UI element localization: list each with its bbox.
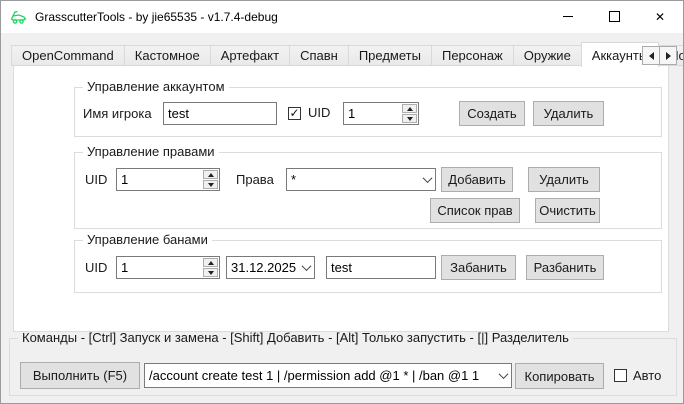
tab-custom[interactable]: Кастомное xyxy=(124,45,211,66)
ban-date-value: 31.12.2025 xyxy=(227,260,298,275)
ban-button[interactable]: Забанить xyxy=(441,255,516,280)
perm-remove-button[interactable]: Удалить xyxy=(528,167,600,192)
tab-scroll-left-button[interactable] xyxy=(642,46,660,65)
close-icon: ✕ xyxy=(655,11,665,23)
ban-uid-value: 1 xyxy=(117,257,202,278)
player-name-label: Имя игрока xyxy=(83,106,152,121)
check-icon: ✓ xyxy=(289,107,299,119)
tab-items[interactable]: Предметы xyxy=(348,45,432,66)
perm-clear-button[interactable]: Очистить xyxy=(535,198,600,223)
unban-button[interactable]: Разбанить xyxy=(526,255,604,280)
account-uid-spinner[interactable]: 1 xyxy=(343,102,419,125)
tab-character[interactable]: Персонаж xyxy=(431,45,514,66)
spinner-down-button[interactable] xyxy=(203,180,218,189)
group-commands-title: Команды - [Ctrl] Запуск и замена - [Shif… xyxy=(18,330,573,345)
titlebar: GrasscutterTools - by jie65535 - v1.7.4-… xyxy=(1,1,683,33)
perm-add-button[interactable]: Добавить xyxy=(441,167,513,192)
create-account-button[interactable]: Создать xyxy=(459,101,525,126)
player-name-input[interactable] xyxy=(163,102,277,125)
chevron-down-icon xyxy=(419,169,435,190)
group-bans: Управление банами UID 1 31.12.2025 Забан… xyxy=(74,240,662,293)
ban-date-combobox[interactable]: 31.12.2025 xyxy=(226,256,315,279)
close-button[interactable]: ✕ xyxy=(637,1,683,32)
perm-uid-value: 1 xyxy=(117,169,202,190)
scroll-left-icon xyxy=(649,52,654,60)
chevron-down-icon xyxy=(495,364,511,387)
tab-scroll-right-button[interactable] xyxy=(659,46,677,65)
tab-weapon[interactable]: Оружие xyxy=(513,45,582,66)
spinner-up-icon xyxy=(208,173,214,177)
command-input[interactable] xyxy=(145,367,495,384)
perm-list-button[interactable]: Список прав xyxy=(430,198,520,223)
auto-checkbox-label[interactable]: Авто xyxy=(633,368,661,383)
ban-uid-spinner[interactable]: 1 xyxy=(116,256,220,279)
scroll-right-icon xyxy=(666,52,671,60)
spinner-down-icon xyxy=(208,271,214,275)
perm-uid-spinner[interactable]: 1 xyxy=(116,168,220,191)
auto-checkbox[interactable] xyxy=(614,369,627,382)
perm-combobox[interactable]: * xyxy=(286,168,436,191)
tab-spawn[interactable]: Спавн xyxy=(289,45,349,66)
spinner-down-button[interactable] xyxy=(203,268,218,277)
run-button[interactable]: Выполнить (F5) xyxy=(20,362,140,389)
spinner-down-icon xyxy=(407,117,413,121)
ban-uid-label: UID xyxy=(85,260,107,275)
spinner-up-icon xyxy=(208,261,214,265)
perm-value: * xyxy=(287,172,419,187)
uid-checkbox[interactable]: ✓ xyxy=(288,107,301,120)
tab-scroll-buttons xyxy=(642,46,676,65)
spinner-down-button[interactable] xyxy=(402,114,417,123)
minimize-button[interactable] xyxy=(545,1,591,32)
spinner-up-icon xyxy=(407,107,413,111)
group-account-title: Управление аккаунтом xyxy=(83,79,229,94)
copy-button[interactable]: Копировать xyxy=(515,363,604,389)
delete-account-button[interactable]: Удалить xyxy=(533,101,604,126)
window-title: GrasscutterTools - by jie65535 - v1.7.4-… xyxy=(35,10,278,24)
tab-bar: OpenCommand Кастомное Артефакт Спавн Пре… xyxy=(11,41,684,66)
group-bans-title: Управление банами xyxy=(83,232,212,247)
spinner-up-button[interactable] xyxy=(203,258,218,267)
group-permissions-title: Управление правами xyxy=(83,144,219,159)
group-commands: Команды - [Ctrl] Запуск и замена - [Shif… xyxy=(9,338,677,396)
group-permissions: Управление правами UID 1 Права * Добавит… xyxy=(74,152,662,229)
tab-opencommand[interactable]: OpenCommand xyxy=(11,45,125,66)
app-window: GrasscutterTools - by jie65535 - v1.7.4-… xyxy=(0,0,684,404)
uid-checkbox-label[interactable]: UID xyxy=(308,105,330,120)
perm-label: Права xyxy=(236,172,274,187)
maximize-button[interactable] xyxy=(591,1,637,32)
account-uid-value: 1 xyxy=(344,103,401,124)
spinner-up-button[interactable] xyxy=(402,104,417,113)
spinner-up-button[interactable] xyxy=(203,170,218,179)
minimize-icon xyxy=(563,16,573,17)
command-combobox[interactable] xyxy=(144,363,512,388)
app-icon xyxy=(10,9,27,25)
maximize-icon xyxy=(609,11,620,22)
ban-reason-input[interactable] xyxy=(326,256,436,279)
tab-artifact[interactable]: Артефакт xyxy=(210,45,290,66)
spinner-down-icon xyxy=(208,183,214,187)
tab-page-accounts: Управление аккаунтом Имя игрока ✓ UID 1 … xyxy=(13,65,669,332)
perm-uid-label: UID xyxy=(85,172,107,187)
chevron-down-icon xyxy=(298,257,314,278)
group-account: Управление аккаунтом Имя игрока ✓ UID 1 … xyxy=(74,87,662,137)
